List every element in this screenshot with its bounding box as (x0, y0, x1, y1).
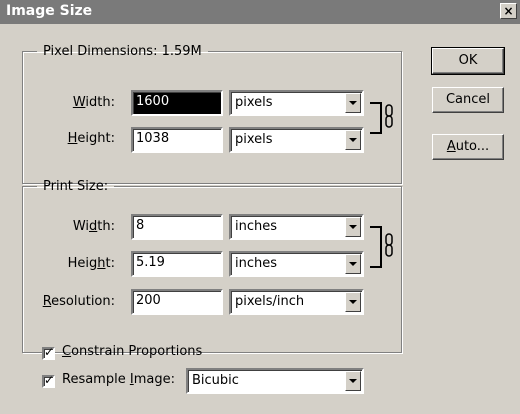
chevron-down-icon[interactable] (345, 130, 361, 150)
checkmark-icon: ✓ (44, 345, 55, 359)
resample-method-value: Bicubic (192, 373, 239, 388)
image-size-dialog: Pixel Dimensions: 1.59M Width: 1600 pixe… (0, 24, 520, 414)
pixel-width-unit-select[interactable]: pixels (229, 90, 364, 116)
chevron-down-icon[interactable] (345, 93, 361, 113)
pixel-height-label: Height: (67, 131, 115, 146)
chevron-down-icon[interactable] (345, 371, 361, 391)
title-bar: Image Size × (0, 0, 520, 24)
cancel-button[interactable]: Cancel (432, 87, 504, 113)
chevron-down-icon[interactable] (345, 254, 361, 274)
pixel-height-input[interactable]: 1038 (131, 127, 223, 153)
pixel-dimensions-legend: Pixel Dimensions: 1.59M (43, 44, 202, 59)
chevron-down-icon[interactable] (345, 292, 361, 312)
resolution-unit-select[interactable]: pixels/inch (229, 289, 364, 315)
constrain-proportions-label[interactable]: Constrain Proportions (62, 344, 202, 359)
print-height-label: Height: (67, 256, 115, 271)
print-height-unit-select[interactable]: inches (229, 251, 364, 277)
resample-method-select[interactable]: Bicubic (186, 368, 364, 394)
pixel-width-unit-value: pixels (235, 95, 273, 110)
print-size-legend: Print Size: (43, 179, 109, 194)
print-width-label: Width: (72, 219, 115, 234)
pixel-height-unit-select[interactable]: pixels (229, 127, 364, 153)
resolution-label: Resolution: (42, 294, 115, 309)
pixel-link-bracket (370, 102, 382, 134)
resolution-unit-value: pixels/inch (235, 294, 305, 309)
pixel-width-input[interactable]: 1600 (131, 90, 223, 116)
chain-link-icon (384, 233, 394, 257)
pixel-height-unit-value: pixels (235, 132, 273, 147)
pixel-width-label: Width: (72, 95, 115, 110)
chain-link-icon (384, 104, 394, 128)
close-button[interactable]: × (500, 3, 517, 19)
resample-image-label[interactable]: Resample Image: (62, 372, 175, 387)
print-width-unit-value: inches (235, 219, 278, 234)
print-link-bracket (370, 226, 382, 268)
checkmark-icon: ✓ (44, 373, 55, 387)
print-height-input[interactable]: 5.19 (131, 251, 223, 277)
resample-image-checkbox[interactable]: ✓ (42, 373, 55, 388)
ok-button[interactable]: OK (431, 47, 505, 75)
print-height-unit-value: inches (235, 256, 278, 271)
print-width-input[interactable]: 8 (131, 214, 223, 240)
print-width-unit-select[interactable]: inches (229, 214, 364, 240)
close-icon: × (503, 4, 514, 18)
resolution-input[interactable]: 200 (131, 289, 223, 315)
constrain-proportions-checkbox[interactable]: ✓ (42, 345, 55, 360)
window-title: Image Size (6, 3, 93, 19)
auto-button[interactable]: Auto... (432, 134, 504, 160)
chevron-down-icon[interactable] (345, 217, 361, 237)
